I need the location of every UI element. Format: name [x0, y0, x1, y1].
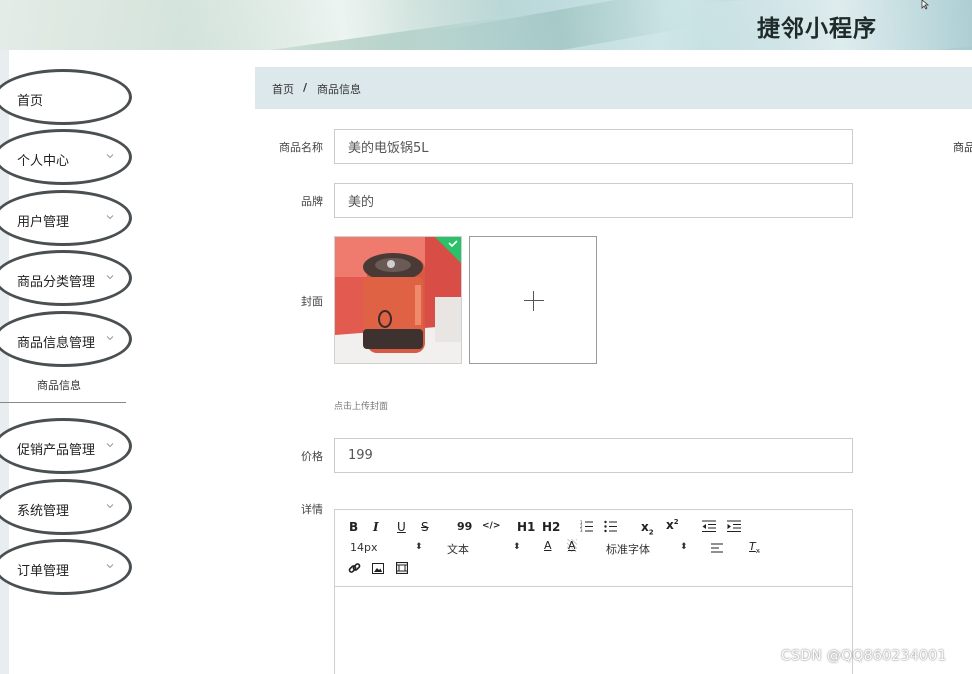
- ordered-list-icon[interactable]: 123: [580, 520, 594, 533]
- superscript-button[interactable]: x2: [666, 518, 679, 532]
- sidebar-item-label: 个人中心: [17, 154, 70, 169]
- product-name-label: 商品名称: [279, 141, 323, 154]
- plus-icon: [524, 300, 544, 301]
- chevron-down-icon: [106, 275, 114, 280]
- sidebar-item-label: 商品信息管理: [17, 336, 96, 351]
- link-icon[interactable]: [348, 562, 361, 575]
- image-icon[interactable]: [372, 563, 384, 574]
- blockquote-button[interactable]: 99: [457, 520, 472, 533]
- chevron-down-icon: [106, 443, 114, 448]
- sidebar-item-label: 首页: [17, 94, 44, 109]
- svg-text:3: 3: [580, 528, 583, 533]
- cover-upload-button[interactable]: [469, 236, 597, 364]
- heading2-button[interactable]: H2: [542, 520, 560, 534]
- mouse-cursor-icon: [921, 0, 930, 10]
- sidebar-item-label: 订单管理: [17, 564, 70, 579]
- sidebar-item-product-info-management[interactable]: 商品信息管理: [0, 311, 132, 367]
- cover-image[interactable]: [334, 236, 462, 364]
- header-banner: 捷邻小程序: [0, 0, 972, 50]
- sidebar-item-label: 商品分类管理: [17, 275, 96, 290]
- font-color-button[interactable]: A: [544, 539, 552, 552]
- font-size-select[interactable]: 14px: [350, 541, 378, 554]
- font-family-caret-icon: ⬍: [680, 542, 688, 552]
- price-label: 价格: [301, 450, 323, 463]
- cover-upload-hint: 点击上传封面: [334, 402, 389, 412]
- sidebar-item-order-management[interactable]: 订单管理: [0, 539, 132, 595]
- subscript-button[interactable]: x2: [641, 520, 654, 536]
- sidebar-item-label: 用户管理: [17, 215, 70, 230]
- right-edge-label: 商品: [953, 141, 972, 154]
- upload-success-check-icon: [435, 237, 461, 263]
- watermark: CSDN @QQ860234001: [781, 648, 947, 664]
- sidebar-item-system-management[interactable]: 系统管理: [0, 479, 132, 535]
- sidebar-item-category-management[interactable]: 商品分类管理: [0, 250, 132, 306]
- chevron-down-icon: [106, 154, 114, 159]
- underline-button[interactable]: U: [397, 520, 406, 534]
- brand-label: 品牌: [301, 195, 323, 208]
- chevron-down-icon: [106, 504, 114, 509]
- detail-label: 详情: [301, 503, 323, 516]
- chevron-down-icon: [106, 215, 114, 220]
- indent-icon[interactable]: [727, 520, 741, 532]
- sidebar-subitem-label: 商品信息: [37, 379, 81, 392]
- sidebar-item-label: 促销产品管理: [17, 443, 96, 458]
- sidebar-item-user-management[interactable]: 用户管理: [0, 190, 132, 246]
- clear-format-button[interactable]: Tx: [749, 540, 760, 555]
- code-block-button[interactable]: </>: [482, 521, 500, 531]
- sidebar-item-home[interactable]: 首页: [0, 69, 132, 125]
- video-icon[interactable]: [396, 562, 408, 574]
- sidebar-subitem-product-info[interactable]: 商品信息: [0, 373, 126, 403]
- outdent-icon[interactable]: [702, 520, 716, 532]
- paragraph-caret-icon: ⬍: [513, 542, 521, 552]
- heading1-button[interactable]: H1: [517, 520, 535, 534]
- breadcrumb-home[interactable]: 首页: [272, 81, 294, 97]
- price-input[interactable]: [334, 438, 853, 473]
- product-name-input[interactable]: [334, 129, 853, 164]
- bullet-list-icon[interactable]: [604, 520, 618, 533]
- breadcrumb: 首页 / 商品信息: [255, 67, 972, 109]
- background-color-button[interactable]: A: [567, 539, 577, 552]
- paragraph-select[interactable]: 文本: [447, 541, 469, 557]
- strikethrough-button[interactable]: S: [421, 520, 429, 534]
- sidebar-item-promotion-management[interactable]: 促销产品管理: [0, 418, 132, 474]
- cover-label: 封面: [301, 295, 323, 308]
- sidebar-item-personal-center[interactable]: 个人中心: [0, 129, 132, 185]
- breadcrumb-separator: /: [303, 81, 308, 94]
- align-icon[interactable]: [711, 543, 723, 553]
- bold-button[interactable]: B: [349, 520, 358, 534]
- italic-button[interactable]: I: [373, 520, 379, 534]
- breadcrumb-current: 商品信息: [317, 83, 361, 96]
- app-window: 捷邻小程序 首页 个人中心 用户管理 商品分类管理 商品信息管理 商品信息 促销…: [0, 0, 972, 674]
- app-title: 捷邻小程序: [757, 16, 877, 42]
- rich-text-editor[interactable]: B I U S 99 </> H1 H2 123 x2 x2 14px ⬍ 文本…: [334, 509, 853, 674]
- brand-input[interactable]: [334, 183, 853, 218]
- editor-toolbar: B I U S 99 </> H1 H2 123 x2 x2 14px ⬍ 文本…: [335, 510, 852, 587]
- plus-icon-vertical: [533, 291, 534, 311]
- font-family-select[interactable]: 标准字体: [606, 541, 650, 557]
- font-size-caret-icon: ⬍: [415, 542, 423, 552]
- chevron-down-icon: [106, 564, 114, 569]
- sidebar-item-label: 系统管理: [17, 504, 70, 519]
- chevron-down-icon: [106, 336, 114, 341]
